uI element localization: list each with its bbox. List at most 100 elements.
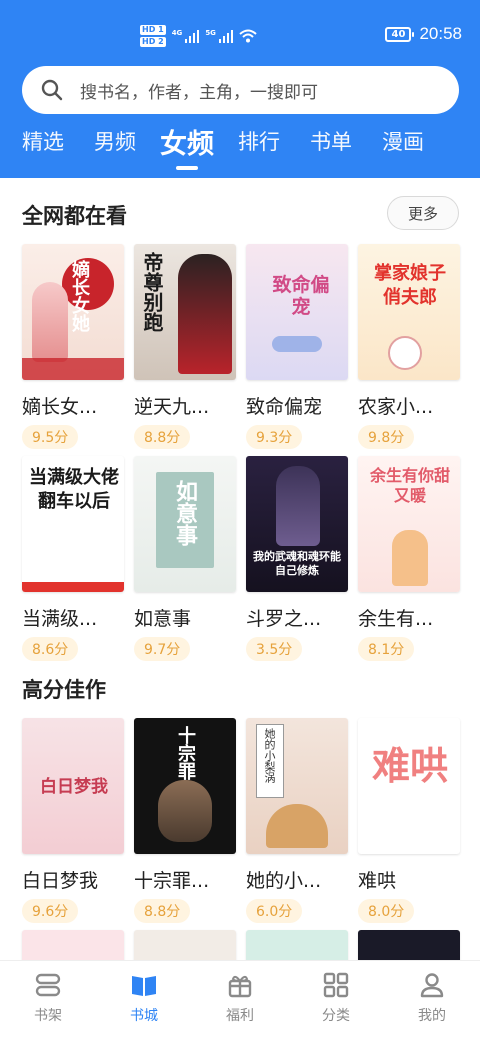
gift-icon	[228, 975, 252, 998]
cover-title: 白日梦我	[40, 777, 108, 797]
nav-label: 书架	[34, 1008, 62, 1024]
cover-title: 帝尊别跑	[140, 252, 164, 332]
book-score: 8.0分	[358, 899, 415, 923]
section-title-popular: 全网都在看	[22, 204, 127, 228]
nav-label: 分类	[322, 1008, 350, 1024]
cover-title: 十宗罪	[175, 726, 196, 780]
cover-figure	[392, 530, 428, 586]
cover-mask	[158, 780, 212, 842]
cover-figure	[32, 282, 68, 362]
nav-profile[interactable]: 我的	[397, 971, 467, 1025]
book-card[interactable]: 帝尊别跑 逆天九... 8.8分	[134, 244, 236, 449]
cover-title: 嫡长女她	[69, 260, 90, 332]
book-score: 8.8分	[134, 425, 191, 449]
book-cover[interactable]: 如意事	[134, 456, 236, 592]
book-score: 9.3分	[246, 425, 303, 449]
cover-title: 掌家娘子俏夫郎	[374, 263, 446, 308]
active-tab-indicator	[176, 166, 198, 170]
book-title: 嫡长女...	[22, 396, 98, 418]
book-card[interactable]: 她的小梨涡 她的小... 6.0分	[246, 718, 348, 923]
book-card[interactable]: 我的武魂和魂环能自己修炼 斗罗之... 3.5分	[246, 456, 348, 661]
book-cover[interactable]: 帝尊别跑	[134, 244, 236, 380]
book-score: 9.7分	[134, 637, 191, 661]
hd-badges: HD 1 HD 2	[140, 25, 166, 47]
cover-title: 如意事	[172, 480, 198, 546]
book-cover[interactable]: 她的小梨涡	[246, 718, 348, 854]
book-cover[interactable]: 白日梦我	[22, 718, 124, 854]
book-title: 难哄	[358, 870, 397, 892]
book-score: 8.8分	[134, 899, 191, 923]
app-header: HD 1 HD 2 4G 5G 40 20:58 搜书名，作者，主角，一搜即可 …	[0, 0, 480, 178]
book-cover-partial[interactable]	[246, 930, 348, 960]
book-cover-partial[interactable]	[22, 930, 124, 960]
book-cover[interactable]: 致命偏宠	[246, 244, 348, 380]
category-icon	[323, 972, 349, 998]
network-indicators: HD 1 HD 2 4G 5G	[140, 22, 257, 50]
nav-welfare[interactable]: 福利	[205, 971, 275, 1025]
book-card[interactable]: 白日梦我 白日梦我 9.6分	[22, 718, 124, 923]
battery-icon: 40	[385, 26, 415, 42]
book-title: 斗罗之...	[246, 608, 322, 630]
nav-label: 书城	[130, 1008, 158, 1024]
nav-bookshelf[interactable]: 书架	[13, 971, 83, 1025]
book-score: 8.6分	[22, 637, 79, 661]
cover-title: 余生有你甜又暖	[369, 466, 450, 505]
book-cover[interactable]: 十宗罪	[134, 718, 236, 854]
book-title: 致命偏宠	[246, 396, 323, 418]
book-title: 当满级...	[22, 608, 98, 630]
cover-figure	[178, 254, 232, 374]
book-card[interactable]: 掌家娘子俏夫郎 农家小... 9.8分	[358, 244, 460, 449]
book-score: 9.5分	[22, 425, 79, 449]
book-card[interactable]: 如意事 如意事 9.7分	[134, 456, 236, 661]
signal-label-1: 4G	[171, 29, 183, 37]
book-cover-partial[interactable]	[134, 930, 236, 960]
cover-title: 难哄	[371, 743, 448, 788]
cover-bread	[266, 804, 328, 848]
cover-title: 她的小梨涡	[263, 728, 276, 783]
cover-rabbit	[388, 336, 422, 370]
main-content: 全网都在看 更多 嫡长女她 嫡长女... 9.5分 帝尊别跑 逆天九... 8.…	[0, 178, 480, 960]
book-cover[interactable]: 我的武魂和魂环能自己修炼	[246, 456, 348, 592]
cover-band	[22, 582, 124, 592]
search-input[interactable]: 搜书名，作者，主角，一搜即可	[22, 66, 459, 114]
nav-category[interactable]: 分类	[301, 971, 371, 1025]
tab-booklist[interactable]: 书单	[310, 126, 352, 156]
book-card[interactable]: 致命偏宠 致命偏宠 9.3分	[246, 244, 348, 449]
signal-label-2: 5G	[205, 29, 216, 37]
signal-icon-1: 4G	[172, 29, 200, 43]
tab-male[interactable]: 男频	[94, 126, 136, 156]
tab-ranking[interactable]: 排行	[238, 126, 280, 156]
book-score: 9.8分	[358, 425, 415, 449]
status-bar: HD 1 HD 2 4G 5G 40 20:58	[0, 0, 480, 68]
book-score: 8.1分	[358, 637, 415, 661]
book-card[interactable]: 嫡长女她 嫡长女... 9.5分	[22, 244, 124, 449]
cover-figure	[272, 336, 322, 352]
book-title: 十宗罪...	[134, 870, 210, 892]
search-placeholder: 搜书名，作者，主角，一搜即可	[80, 82, 318, 103]
cover-title: 当满级大佬翻车以后	[29, 467, 119, 512]
book-title: 白日梦我	[22, 870, 99, 892]
book-cover-partial[interactable]	[358, 930, 460, 960]
book-cover[interactable]: 掌家娘子俏夫郎	[358, 244, 460, 380]
book-cover[interactable]: 嫡长女她	[22, 244, 124, 380]
book-card[interactable]: 余生有你甜又暖 余生有... 8.1分	[358, 456, 460, 661]
more-button[interactable]: 更多	[387, 196, 459, 230]
user-icon	[420, 973, 444, 998]
nav-bookstore[interactable]: 书城	[109, 971, 179, 1025]
book-card[interactable]: 当满级大佬翻车以后 当满级... 8.6分	[22, 456, 124, 661]
book-cover[interactable]: 难哄	[358, 718, 460, 854]
section-title-top-rated: 高分佳作	[22, 678, 106, 702]
book-card[interactable]: 难哄 难哄 8.0分	[358, 718, 460, 923]
book-title: 如意事	[134, 608, 192, 630]
book-title: 余生有...	[358, 608, 434, 630]
book-score: 3.5分	[246, 637, 303, 661]
tab-comics[interactable]: 漫画	[382, 126, 424, 156]
book-cover[interactable]: 当满级大佬翻车以后	[22, 456, 124, 592]
tab-female[interactable]: 女频	[160, 122, 214, 161]
book-card[interactable]: 十宗罪 十宗罪... 8.8分	[134, 718, 236, 923]
book-cover[interactable]: 余生有你甜又暖	[358, 456, 460, 592]
book-title: 她的小...	[246, 870, 322, 892]
cover-figure	[276, 466, 320, 546]
book-title: 农家小...	[358, 396, 434, 418]
tab-selected[interactable]: 精选	[22, 126, 64, 156]
